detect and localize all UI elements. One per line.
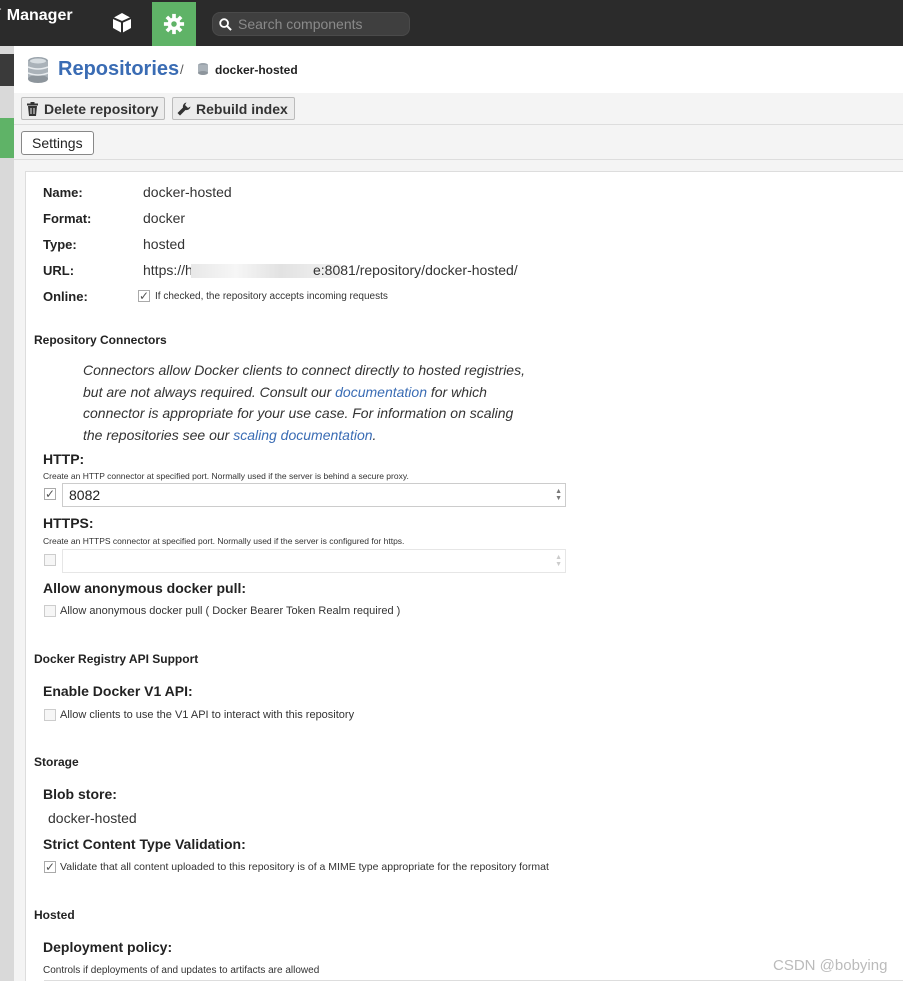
left-nav-item[interactable]	[0, 54, 14, 86]
scaling-documentation-link[interactable]: scaling documentation	[233, 427, 372, 443]
anonymous-pull-checkbox[interactable]	[44, 605, 56, 617]
online-help: If checked, the repository accepts incom…	[155, 291, 388, 302]
database-icon	[27, 57, 49, 83]
wrench-icon	[177, 102, 191, 115]
type-label: Type:	[43, 237, 77, 252]
http-help: Create an HTTP connector at specified po…	[43, 471, 409, 481]
rebuild-index-button[interactable]: Rebuild index	[172, 97, 295, 120]
stepper-arrows-icon[interactable]: ▲ ▼	[555, 554, 562, 568]
blob-store-title: Blob store:	[43, 786, 117, 802]
hosted-section-title: Hosted	[34, 908, 75, 922]
breadcrumb-separator: /	[180, 62, 184, 77]
stepper-arrows-icon[interactable]: ▲ ▼	[555, 488, 562, 502]
breadcrumb: Repositories / docker-hosted	[14, 46, 903, 93]
name-value: docker-hosted	[143, 184, 232, 200]
http-checkbox[interactable]	[44, 488, 56, 500]
https-title: HTTPS:	[43, 515, 94, 531]
anonymous-pull-label: Allow anonymous docker pull ( Docker Bea…	[60, 605, 401, 617]
delete-repository-label: Delete repository	[44, 100, 159, 117]
storage-section-title: Storage	[34, 755, 79, 769]
gear-icon	[163, 13, 185, 35]
blob-store-value: docker-hosted	[48, 810, 137, 826]
http-port-value: 8082	[69, 487, 101, 503]
https-port-input[interactable]: ▲ ▼	[62, 549, 566, 573]
v1-api-checkbox[interactable]	[44, 709, 56, 721]
settings-form: Name: docker-hosted Format: docker Type:…	[25, 171, 903, 981]
format-label: Format:	[43, 211, 92, 226]
format-value: docker	[143, 210, 186, 226]
breadcrumb-current: docker-hosted	[215, 63, 298, 77]
cube-icon	[112, 13, 132, 33]
watermark: CSDN @bobying	[773, 957, 888, 974]
v1-api-title: Enable Docker V1 API:	[43, 683, 193, 699]
documentation-link[interactable]: documentation	[335, 384, 427, 400]
online-label: Online:	[43, 289, 88, 304]
https-checkbox[interactable]	[44, 554, 56, 566]
deployment-policy-help: Controls if deployments of and updates t…	[43, 965, 320, 976]
http-port-input[interactable]: 8082 ▲ ▼	[62, 483, 566, 507]
url-label: URL:	[43, 263, 75, 278]
online-checkbox[interactable]	[138, 290, 150, 302]
breadcrumb-repositories-link[interactable]: Repositories	[58, 58, 179, 81]
database-small-icon	[198, 63, 208, 75]
rebuild-index-label: Rebuild index	[196, 100, 288, 117]
type-value: hosted	[143, 236, 186, 252]
tab-bar: Settings	[14, 126, 903, 160]
https-help: Create an HTTPS connector at specified p…	[43, 536, 405, 546]
strict-validation-label: Validate that all content uploaded to th…	[60, 861, 549, 873]
app-title: ˹ Manager	[0, 7, 73, 24]
left-nav-strip	[0, 46, 14, 981]
anonymous-pull-title: Allow anonymous docker pull:	[43, 580, 247, 596]
strict-validation-title: Strict Content Type Validation:	[43, 836, 246, 852]
search-input[interactable]	[238, 16, 398, 32]
top-bar: ˹ Manager	[0, 0, 903, 46]
trash-icon	[27, 101, 38, 116]
http-title: HTTP:	[43, 451, 85, 467]
url-suffix[interactable]: e:8081/repository/docker-hosted/	[313, 262, 518, 278]
administration-button[interactable]	[152, 2, 196, 46]
api-section-title: Docker Registry API Support	[34, 652, 199, 666]
strict-validation-checkbox[interactable]	[44, 861, 56, 873]
delete-repository-button[interactable]: Delete repository	[21, 97, 166, 120]
url-prefix: https://h	[143, 262, 193, 278]
connectors-note: Connectors allow Docker clients to conne…	[83, 362, 525, 444]
tab-settings[interactable]: Settings	[21, 131, 94, 155]
deployment-policy-title: Deployment policy:	[43, 939, 173, 955]
search-icon	[219, 17, 232, 31]
v1-api-label: Allow clients to use the V1 API to inter…	[60, 709, 355, 721]
name-label: Name:	[43, 185, 83, 200]
browse-button[interactable]	[102, 4, 142, 42]
search-box[interactable]	[212, 12, 410, 36]
connectors-section-title: Repository Connectors	[34, 333, 167, 347]
toolbar: Delete repository Rebuild index	[14, 93, 903, 125]
left-nav-item-active[interactable]	[0, 118, 14, 158]
